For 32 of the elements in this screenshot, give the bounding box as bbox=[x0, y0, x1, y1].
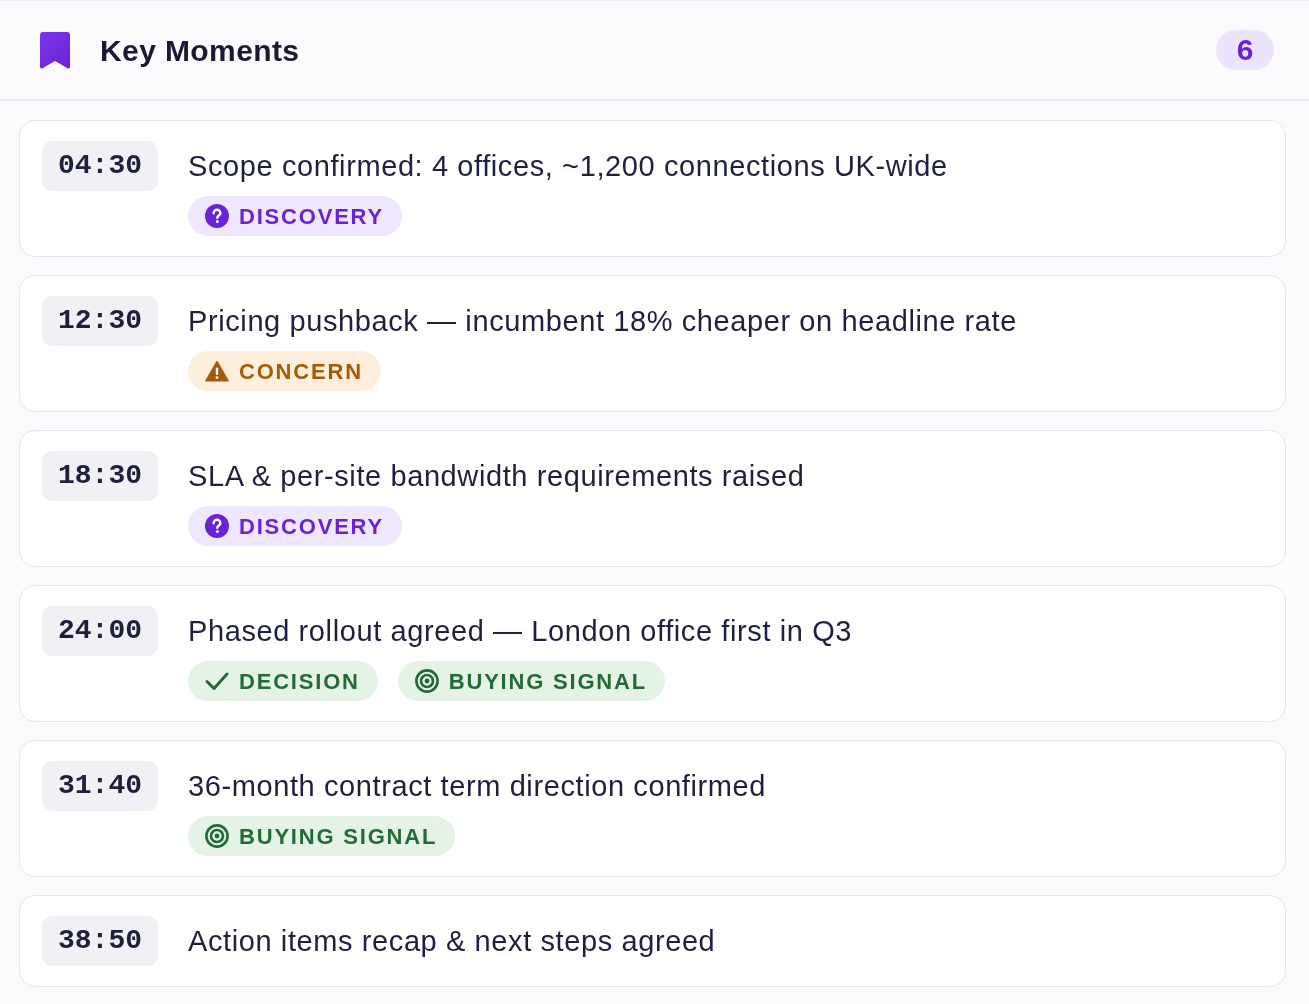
moment-card[interactable]: 31:40 36-month contract term direction confirmed BUYING SIGNAL bbox=[19, 740, 1286, 877]
question-circle-icon bbox=[205, 514, 229, 538]
tag-text: BUYING SIGNAL bbox=[448, 667, 647, 696]
tag-text: DISCOVERY bbox=[239, 202, 384, 231]
timestamp-button[interactable]: 38:50 bbox=[42, 916, 158, 966]
timestamp-button[interactable]: 12:30 bbox=[42, 296, 158, 346]
warning-icon bbox=[205, 359, 229, 383]
moment-text: 36-month contract term direction confirmed bbox=[188, 769, 767, 804]
timestamp-button[interactable]: 24:00 bbox=[42, 606, 158, 656]
count-badge: 6 bbox=[1216, 30, 1274, 70]
timestamp-button[interactable]: 04:30 bbox=[42, 141, 158, 191]
panel-title: Key Moments bbox=[100, 32, 300, 69]
moment-card[interactable]: 18:30 SLA & per-site bandwidth requirements raised DISCOVERY bbox=[19, 430, 1286, 567]
tag-text: BUYING SIGNAL bbox=[239, 822, 438, 851]
moment-text: Pricing pushback — incumbent 18% cheaper on headline rate bbox=[188, 304, 1017, 339]
moment-card[interactable]: 38:50 Action items recap & next steps agreed bbox=[19, 895, 1286, 987]
moment-text: Action items recap & next steps agreed bbox=[188, 924, 716, 959]
tag-text: CONCERN bbox=[239, 357, 363, 386]
moment-card[interactable]: 04:30 Scope confirmed: 4 offices, ~1,200 connections UK-wide DISCOVERY bbox=[19, 120, 1286, 257]
tag-text: DECISION bbox=[239, 667, 360, 696]
target-icon bbox=[205, 824, 229, 848]
moment-text: SLA & per-site bandwidth requirements raised bbox=[188, 459, 805, 494]
question-circle-icon bbox=[205, 204, 229, 228]
moment-card[interactable]: 12:30 Pricing pushback — incumbent 18% cheaper on headline rate CONCERN bbox=[19, 275, 1286, 412]
moment-card[interactable]: 24:00 Phased rollout agreed — London office first in Q3 DECISION BUYING SIGNAL bbox=[19, 585, 1286, 722]
moment-text: Scope confirmed: 4 offices, ~1,200 connections UK-wide bbox=[188, 149, 948, 184]
timestamp-button[interactable]: 31:40 bbox=[42, 761, 158, 811]
tag-text: DISCOVERY bbox=[239, 512, 384, 541]
target-icon bbox=[414, 669, 439, 693]
moment-text: Phased rollout agreed — London office first in Q3 bbox=[188, 614, 853, 649]
bookmark-icon bbox=[40, 31, 70, 69]
timestamp-button[interactable]: 18:30 bbox=[42, 451, 158, 501]
